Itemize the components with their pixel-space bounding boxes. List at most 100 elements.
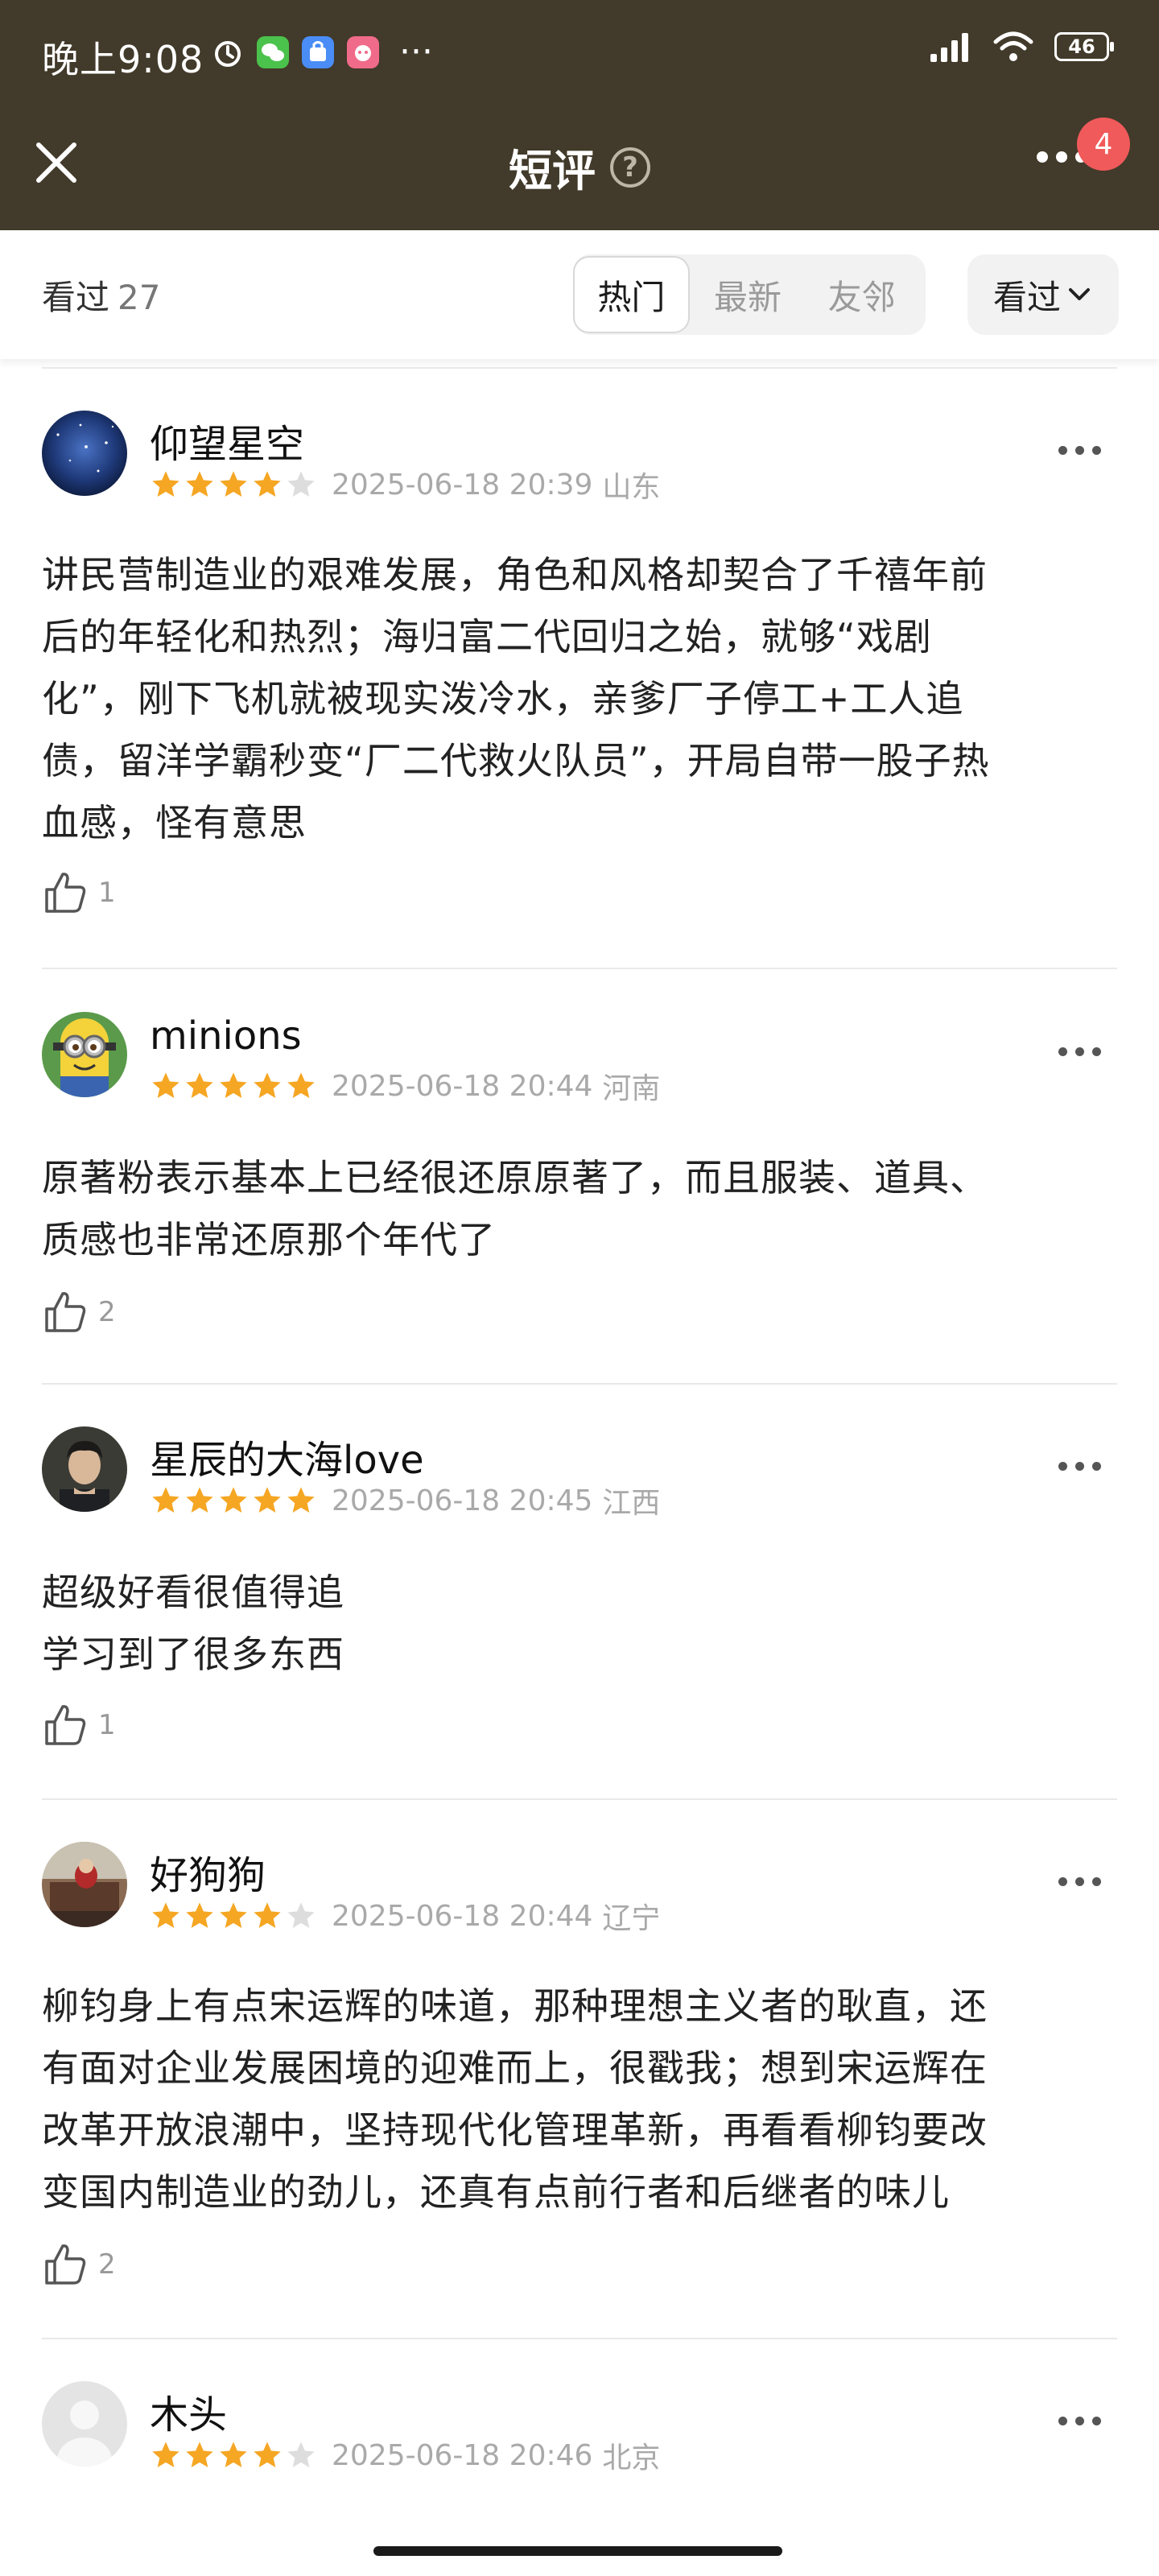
tab-latest[interactable]: 最新 xyxy=(690,256,806,333)
star-filled-icon xyxy=(186,1072,213,1098)
review-text: 原著粉表示基本上已经很还原原著了，而且服装、道具、 质感也非常还原那个年代了 xyxy=(42,1156,988,1261)
review-more-button[interactable] xyxy=(1058,1047,1101,1056)
signal-icon xyxy=(930,33,968,62)
review-meta: 2025-06-18 20:45 江西 xyxy=(150,1480,660,1521)
review-item: 好狗狗 2025-06-18 20:44 辽宁 柳钧身上有点宋运辉的味道，那种理… xyxy=(42,1842,1117,2325)
review-item: 木头 2025-06-18 20:46 北京 xyxy=(42,2381,1117,2542)
avatar[interactable] xyxy=(42,1012,127,1097)
like-count: 2 xyxy=(98,1296,116,1328)
star-filled-icon xyxy=(287,1072,315,1098)
page-title-area: 短评 ? xyxy=(0,135,1159,199)
tab-hot[interactable]: 热门 xyxy=(573,256,690,333)
review-meta: 2025-06-18 20:46 北京 xyxy=(150,2434,660,2476)
default-user-avatar-icon xyxy=(42,2381,127,2467)
star-rating xyxy=(150,1484,317,1517)
review-location: 辽宁 xyxy=(602,1902,661,1935)
avatar[interactable] xyxy=(42,2381,127,2467)
star-filled-icon xyxy=(186,1902,213,1928)
star-filled-icon xyxy=(254,2442,281,2467)
username[interactable]: 木头 xyxy=(150,2383,227,2439)
review-location: 北京 xyxy=(602,2442,661,2475)
star-rating xyxy=(150,1900,317,1932)
wifi-icon xyxy=(993,31,1033,61)
home-indicator[interactable] xyxy=(373,2546,782,2556)
wechat-icon xyxy=(257,36,289,68)
status-dropdown[interactable]: 看过 xyxy=(967,254,1119,335)
star-filled-icon xyxy=(220,1902,247,1928)
review-location: 河南 xyxy=(602,1072,661,1105)
filter-bar: 看过 27 热门 最新 友邻 看过 xyxy=(0,230,1159,359)
star-filled-icon xyxy=(152,1902,179,1928)
username[interactable]: minions xyxy=(150,1013,302,1059)
star-filled-icon xyxy=(220,471,247,497)
notification-badge[interactable]: 4 xyxy=(1077,118,1130,171)
like-count: 1 xyxy=(98,877,116,909)
page-title: 短评 xyxy=(509,146,596,196)
shopping-bag-icon xyxy=(302,36,334,68)
star-filled-icon xyxy=(186,471,213,497)
star-filled-icon xyxy=(220,1487,247,1513)
star-rating xyxy=(150,2439,317,2471)
status-more-dots: ··· xyxy=(399,31,433,72)
more-dot xyxy=(1058,2417,1067,2425)
review-more-button[interactable] xyxy=(1058,1462,1101,1471)
star-filled-icon xyxy=(152,2442,179,2467)
more-dot xyxy=(1075,1877,1084,1886)
more-dot xyxy=(1092,1462,1101,1471)
username[interactable]: 星辰的大海love xyxy=(150,1428,424,1484)
pink-app-icon xyxy=(347,36,379,68)
review-text: 超级好看很值得追 学习到了很多东西 xyxy=(42,1571,344,1676)
star-filled-icon xyxy=(254,1487,281,1513)
review-datetime: 2025-06-18 20:46 xyxy=(332,2438,593,2472)
portrait-avatar-image xyxy=(42,1426,127,1512)
avatar[interactable] xyxy=(42,1842,127,1927)
star-empty-icon xyxy=(287,2442,315,2467)
more-dot xyxy=(1056,151,1067,163)
like-button[interactable]: 1 xyxy=(42,1702,116,1748)
divider xyxy=(42,367,1117,369)
divider xyxy=(42,2338,1117,2339)
avatar[interactable] xyxy=(42,1426,127,1512)
star-filled-icon xyxy=(220,2442,247,2467)
starry-sky-avatar-image xyxy=(42,411,127,496)
review-location: 江西 xyxy=(602,1487,661,1520)
like-button[interactable]: 1 xyxy=(42,869,116,916)
review-datetime: 2025-06-18 20:44 xyxy=(332,1899,593,1933)
review-more-button[interactable] xyxy=(1058,2417,1101,2425)
review-datetime: 2025-06-18 20:39 xyxy=(332,468,593,502)
star-filled-icon xyxy=(186,1487,213,1513)
like-button[interactable]: 2 xyxy=(42,2241,116,2288)
more-dot xyxy=(1058,446,1067,455)
more-dot xyxy=(1092,446,1101,455)
seen-count: 看过 27 xyxy=(42,270,160,320)
review-item: 星辰的大海love 2025-06-18 20:45 江西 超级好看很值得追 学… xyxy=(42,1426,1117,1797)
username[interactable]: 好狗狗 xyxy=(150,1843,266,1900)
review-location: 山东 xyxy=(602,471,661,504)
avatar[interactable] xyxy=(42,411,127,496)
like-button[interactable]: 2 xyxy=(42,1289,116,1335)
more-dot xyxy=(1037,151,1048,163)
tab-friends[interactable]: 友邻 xyxy=(806,256,918,333)
more-dot xyxy=(1092,1877,1101,1886)
thumbs-up-icon xyxy=(45,1292,86,1332)
divider xyxy=(42,1383,1117,1385)
username[interactable]: 仰望星空 xyxy=(150,412,304,469)
chevron-down-icon xyxy=(1069,288,1090,300)
star-rating xyxy=(150,469,317,501)
battery-indicator: 46 xyxy=(1054,32,1114,61)
review-more-button[interactable] xyxy=(1058,446,1101,455)
review-text: 柳钧身上有点宋运辉的味道，那种理想主义者的耿直，还 有面对企业发展困境的迎难而上… xyxy=(42,1984,988,2214)
status-app-icons: ··· xyxy=(211,31,433,72)
seen-label: 看过 xyxy=(42,278,110,317)
dropdown-label: 看过 xyxy=(992,277,1061,317)
review-more-button[interactable] xyxy=(1058,1877,1101,1886)
help-icon[interactable]: ? xyxy=(610,147,650,188)
star-filled-icon xyxy=(254,1902,281,1928)
more-dot xyxy=(1075,1462,1084,1471)
review-meta: 2025-06-18 20:44 河南 xyxy=(150,1065,660,1107)
star-rating xyxy=(150,1070,317,1102)
seen-number: 27 xyxy=(118,278,161,317)
review-meta: 2025-06-18 20:44 辽宁 xyxy=(150,1895,660,1937)
more-dot xyxy=(1058,1047,1067,1056)
star-filled-icon xyxy=(254,1072,281,1098)
